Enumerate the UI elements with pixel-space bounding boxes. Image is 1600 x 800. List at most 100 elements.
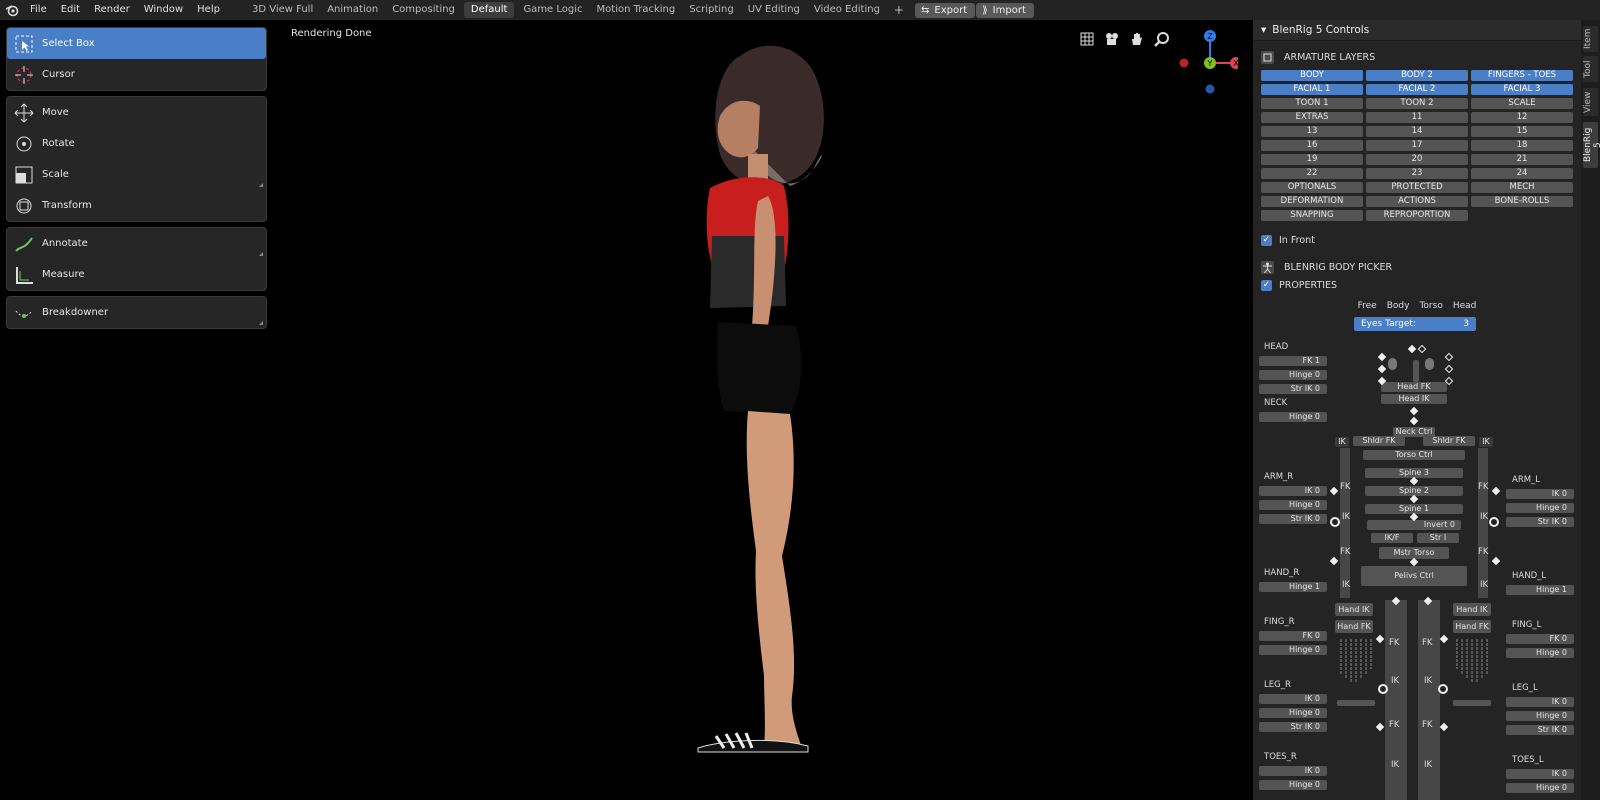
brow-l-handle[interactable]: [1444, 352, 1454, 362]
layer-toggle-13[interactable]: 13: [1261, 126, 1363, 137]
layer-toggle-21[interactable]: 21: [1471, 154, 1573, 165]
menu-window[interactable]: Window: [137, 0, 190, 20]
fing-r-hinge-button[interactable]: Hinge 0: [1259, 645, 1327, 655]
cheek-l-handle[interactable]: [1444, 364, 1454, 374]
layer-toggle-actions[interactable]: ACTIONS: [1366, 196, 1468, 207]
hand-l-fk-control[interactable]: Hand FK: [1453, 620, 1491, 633]
layer-toggle-bone-rolls[interactable]: BONE-ROLLS: [1471, 196, 1573, 207]
tab-3d-view-full[interactable]: 3D View Full: [245, 0, 320, 20]
layer-toggle-14[interactable]: 14: [1366, 126, 1468, 137]
tab-scripting[interactable]: Scripting: [682, 0, 740, 20]
layer-toggle-reproportion[interactable]: REPROPORTION: [1366, 210, 1468, 221]
ik-fk-toggle[interactable]: IK/F: [1371, 533, 1413, 543]
arm-r-ik-toggle[interactable]: IK: [1335, 437, 1349, 447]
knee-r-target-icon[interactable]: [1378, 684, 1388, 694]
tool-annotate[interactable]: Annotate: [7, 228, 266, 259]
hand-r-hinge-button[interactable]: Hinge 1: [1259, 582, 1327, 592]
layer-toggle-20[interactable]: 20: [1366, 154, 1468, 165]
hand-r-fk-control[interactable]: Hand FK: [1335, 620, 1373, 633]
leg-l-hinge-button[interactable]: Hinge 0: [1506, 711, 1574, 721]
layer-toggle-deformation[interactable]: DEFORMATION: [1261, 196, 1363, 207]
spine-3-handle[interactable]: [1409, 476, 1419, 486]
layer-toggle-24[interactable]: 24: [1471, 168, 1573, 179]
elbow-l-handle[interactable]: [1491, 486, 1501, 496]
tool-options-corner[interactable]: [259, 321, 263, 325]
knee-l-handle[interactable]: [1439, 634, 1449, 644]
gizmo-neg-x-axis[interactable]: [1179, 58, 1189, 68]
fing-r-fk-button[interactable]: FK 0: [1259, 631, 1327, 641]
tab-animation[interactable]: Animation: [320, 0, 385, 20]
layer-toggle-optionals[interactable]: OPTIONALS: [1261, 182, 1363, 193]
tab-tool[interactable]: Tool: [1583, 56, 1598, 82]
arm-r-target-icon[interactable]: [1330, 517, 1340, 527]
properties-checkbox[interactable]: ✓ PROPERTIES: [1253, 278, 1581, 292]
knee-r-handle[interactable]: [1375, 634, 1385, 644]
layer-toggle-toon-1[interactable]: TOON 1: [1261, 98, 1363, 109]
knee-l-target-icon[interactable]: [1438, 684, 1448, 694]
neck-handle[interactable]: [1409, 406, 1419, 416]
tool-select-box[interactable]: Select Box: [7, 28, 266, 59]
ankle-l-handle[interactable]: [1439, 722, 1449, 732]
head-hinge-button[interactable]: Hinge 0: [1259, 370, 1327, 380]
toes-r-ik-button[interactable]: IK 0: [1259, 766, 1327, 776]
toes-l-hinge-button[interactable]: Hinge 0: [1506, 783, 1574, 793]
add-workspace-button[interactable]: +: [887, 0, 911, 20]
tab-video-editing[interactable]: Video Editing: [807, 0, 887, 20]
menu-render[interactable]: Render: [87, 0, 137, 20]
fingers-r-controls[interactable]: [1337, 635, 1375, 685]
tool-move[interactable]: Move: [7, 97, 266, 128]
tab-motion-tracking[interactable]: Motion Tracking: [590, 0, 683, 20]
arm-l-target-icon[interactable]: [1489, 517, 1499, 527]
arm-l-chain[interactable]: [1478, 448, 1488, 598]
eye-mode-body[interactable]: Body: [1387, 301, 1410, 311]
tool-cursor[interactable]: Cursor: [7, 59, 266, 90]
head-str-ik-button[interactable]: Str IK 0: [1259, 384, 1327, 394]
hand-l-hinge-button[interactable]: Hinge 1: [1506, 585, 1574, 595]
eyes-target-slider[interactable]: Eyes Target: 3: [1354, 317, 1476, 331]
layer-toggle-protected[interactable]: PROTECTED: [1366, 182, 1468, 193]
hand-r-ik-control[interactable]: Hand IK: [1335, 603, 1373, 616]
panel-header[interactable]: ▾ BlenRig 5 Controls: [1253, 20, 1581, 41]
leg-r-str-ik-button[interactable]: Str IK 0: [1259, 722, 1327, 732]
layer-toggle-18[interactable]: 18: [1471, 140, 1573, 151]
in-front-checkbox[interactable]: ✓ In Front: [1253, 233, 1581, 247]
pelvis-ctrl-control[interactable]: Pelivs Ctrl: [1361, 566, 1467, 586]
layer-toggle-facial-1[interactable]: FACIAL 1: [1261, 84, 1363, 95]
shoulder-fk-r-control[interactable]: Shldr FK: [1353, 436, 1405, 446]
leg-r-chain[interactable]: [1385, 600, 1407, 800]
body-picker-icon[interactable]: [1261, 260, 1274, 274]
head-fk-control[interactable]: Head FK: [1381, 382, 1447, 392]
arm-l-ik-button[interactable]: IK 0: [1506, 489, 1574, 499]
tool-breakdowner[interactable]: Breakdowner: [7, 297, 266, 328]
eye-mode-head[interactable]: Head: [1453, 301, 1477, 311]
layer-toggle-facial-3[interactable]: FACIAL 3: [1471, 84, 1573, 95]
foot-r-roll-slider[interactable]: [1337, 700, 1375, 706]
arm-l-hinge-button[interactable]: Hinge 0: [1506, 503, 1574, 513]
layer-toggle-11[interactable]: 11: [1366, 112, 1468, 123]
tool-transform[interactable]: Transform: [7, 190, 266, 221]
import-button[interactable]: ⟫ Import: [976, 2, 1034, 18]
neck-hinge-button[interactable]: Hinge 0: [1259, 412, 1327, 422]
brow-r-handle[interactable]: [1377, 352, 1387, 362]
hand-l-ik-control[interactable]: Hand IK: [1453, 603, 1491, 616]
arm-r-str-ik-button[interactable]: Str IK 0: [1259, 514, 1327, 524]
tool-rotate[interactable]: Rotate: [7, 128, 266, 159]
layer-toggle-19[interactable]: 19: [1261, 154, 1363, 165]
layer-toggle-scale[interactable]: SCALE: [1471, 98, 1573, 109]
head-fk-button[interactable]: FK 1: [1259, 356, 1327, 366]
layer-toggle-snapping[interactable]: SNAPPING: [1261, 210, 1363, 221]
tab-game-logic[interactable]: Game Logic: [516, 0, 589, 20]
menu-help[interactable]: Help: [190, 0, 227, 20]
gizmo-neg-z-axis[interactable]: [1205, 84, 1215, 94]
leg-l-chain[interactable]: [1418, 600, 1440, 800]
str-i-toggle[interactable]: Str I: [1417, 533, 1459, 543]
wrist-r-handle[interactable]: [1329, 556, 1339, 566]
layer-toggle-fingers-toes[interactable]: FINGERS - TOES: [1471, 70, 1573, 81]
eye-l-icon[interactable]: [1425, 358, 1434, 370]
fingers-l-controls[interactable]: [1453, 635, 1491, 685]
layer-toggle-extras[interactable]: EXTRAS: [1261, 112, 1363, 123]
ankle-r-handle[interactable]: [1375, 722, 1385, 732]
tab-blenrig-5[interactable]: BlenRig 5: [1583, 122, 1600, 168]
tab-view[interactable]: View: [1583, 88, 1598, 116]
head-top-handle[interactable]: [1407, 344, 1417, 354]
